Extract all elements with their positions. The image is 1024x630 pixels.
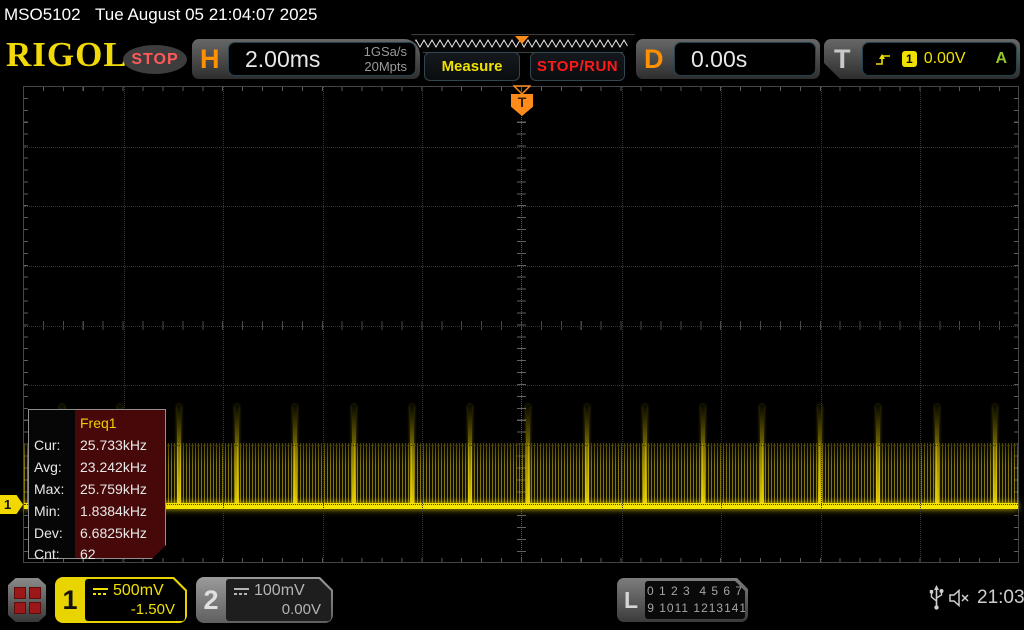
ch2-offset: 0.00V xyxy=(281,601,321,618)
stop-run-button[interactable]: STOP/RUN xyxy=(530,52,625,81)
grid-vline xyxy=(223,87,225,562)
trigger-slope-icon xyxy=(875,52,892,66)
meas-value-min: 1.8384kHz xyxy=(80,503,147,519)
timebase-panel: 2.00ms 1GSa/s 20Mpts xyxy=(228,42,416,76)
grid-hline xyxy=(24,504,1018,506)
preview-zigzag xyxy=(412,35,632,50)
grid-vline xyxy=(621,87,623,562)
grid-hline xyxy=(24,206,1018,208)
ch1-waveform-band xyxy=(24,443,1018,505)
header-bar: RIGOL STOP H 2.00ms 1GSa/s 20Mpts Measur… xyxy=(0,33,1024,81)
waveform-spike xyxy=(584,405,589,505)
usb-icon xyxy=(929,585,944,610)
delay-panel: 0.00s xyxy=(674,42,816,76)
grid-vline xyxy=(422,87,424,562)
menu-grid-icon xyxy=(13,586,41,614)
digital-channels-row2: 8 9 1011 12131415 xyxy=(635,601,755,615)
grid-vline xyxy=(920,87,922,562)
trigger-position-outline-icon xyxy=(513,85,531,95)
meas-label-min: Min: xyxy=(34,503,61,519)
measurement-title: Freq1 xyxy=(80,415,117,431)
grid-hline xyxy=(24,146,1018,148)
logic-channels-box: 0 1 2 3 4 5 6 7 8 9 1011 12131415 xyxy=(645,581,745,619)
measurement-panel[interactable]: Freq1 Cur: 25.733kHz Avg: 23.242kHz Max:… xyxy=(28,409,166,559)
logic-analyzer-label: L xyxy=(623,586,639,613)
channel1-badge[interactable]: 1 500mV -1.50V xyxy=(55,577,187,623)
ch2-dc-coupling-icon xyxy=(233,586,250,597)
ch1-dc-coupling-icon xyxy=(92,586,109,597)
waveform-spike xyxy=(992,405,997,505)
channel1-number: 1 xyxy=(62,584,78,615)
ch1-scale: 500mV xyxy=(113,582,164,599)
meas-label-max: Max: xyxy=(34,481,65,497)
waveform-spike xyxy=(468,405,473,505)
trigger-label: T xyxy=(834,44,851,74)
menu-grid-button[interactable] xyxy=(8,578,46,622)
ch1-offset-marker[interactable]: 1 xyxy=(0,495,23,514)
meas-label-avg: Avg: xyxy=(34,459,62,475)
waveform-spike xyxy=(934,405,939,505)
channel1-info: 500mV -1.50V xyxy=(85,579,185,621)
waveform-spike xyxy=(351,405,356,505)
grid-hline xyxy=(24,444,1018,446)
memory-depth: 20Mpts xyxy=(364,59,407,74)
measure-button[interactable]: Measure xyxy=(424,52,520,81)
top-bar: MSO5102 Tue August 05 21:04:07 2025 xyxy=(0,0,1024,30)
grid-hline xyxy=(24,265,1018,267)
meas-value-max: 25.759kHz xyxy=(80,481,147,497)
oscilloscope-screen: MSO5102 Tue August 05 21:04:07 2025 RIGO… xyxy=(0,0,1024,630)
meas-value-dev: 6.6825kHz xyxy=(80,525,147,541)
waveform-spike xyxy=(759,405,764,505)
acquisition-info: 1GSa/s 20Mpts xyxy=(364,44,407,74)
clock: 21:03 xyxy=(977,587,1024,608)
grid-vline xyxy=(820,87,822,562)
horizontal-timebase-control[interactable]: H 2.00ms 1GSa/s 20Mpts xyxy=(192,39,420,79)
model-name: MSO5102 xyxy=(4,5,81,24)
waveform-spike xyxy=(176,405,181,505)
meas-label-dev: Dev: xyxy=(34,525,63,541)
channel2-info: 100mV 0.00V xyxy=(226,579,331,621)
datetime: Tue August 05 21:04:07 2025 xyxy=(95,5,318,24)
trigger-panel: 1 0.00V A xyxy=(862,42,1017,76)
waveform-spike xyxy=(234,405,239,505)
waveform-preview-strip[interactable] xyxy=(411,34,635,53)
graticule: T xyxy=(23,85,1019,563)
digital-channels-row1: 0 1 2 3 4 5 6 7 xyxy=(646,584,744,598)
delay-control[interactable]: D 0.00s xyxy=(636,39,820,79)
rigol-logo: RIGOL xyxy=(6,35,128,74)
meas-value-avg: 23.242kHz xyxy=(80,459,147,475)
trigger-level-value: 0.00V xyxy=(923,50,966,67)
waveform-spike xyxy=(701,405,706,505)
waveform-spike xyxy=(876,405,881,505)
channel2-badge[interactable]: 2 100mV 0.00V xyxy=(196,577,333,623)
waveform-spike xyxy=(526,405,531,505)
sample-rate: 1GSa/s xyxy=(363,44,407,59)
timebase-value: 2.00ms xyxy=(245,46,321,72)
trigger-sweep-mode: A xyxy=(995,50,1007,67)
run-state-badge: STOP xyxy=(123,45,187,74)
trigger-control[interactable]: T 1 0.00V A xyxy=(824,39,1020,79)
logic-analyzer-badge[interactable]: L 0 1 2 3 4 5 6 7 8 9 1011 12131415 xyxy=(617,578,748,622)
trigger-position-marker[interactable]: T xyxy=(511,94,533,116)
meas-value-cur: 25.733kHz xyxy=(80,437,147,453)
grid-vline xyxy=(322,87,324,562)
meas-label-cur: Cur: xyxy=(34,437,61,453)
ch1-offset: -1.50V xyxy=(130,601,175,618)
ch2-scale: 100mV xyxy=(254,582,305,599)
waveform-spike xyxy=(643,405,647,505)
channel2-number: 2 xyxy=(203,584,219,615)
grid-vline xyxy=(721,87,723,562)
speaker-muted-icon xyxy=(949,589,969,607)
grid-hline xyxy=(24,385,1018,387)
grid-hline xyxy=(24,325,1018,327)
waveform-spike xyxy=(409,405,414,505)
delay-label: D xyxy=(644,44,664,74)
horizontal-label: H xyxy=(200,44,220,74)
waveform-spike xyxy=(293,405,298,505)
delay-value: 0.00s xyxy=(691,46,748,72)
ch1-marker-number: 1 xyxy=(4,497,12,512)
trigger-source-chip: 1 xyxy=(902,51,917,67)
